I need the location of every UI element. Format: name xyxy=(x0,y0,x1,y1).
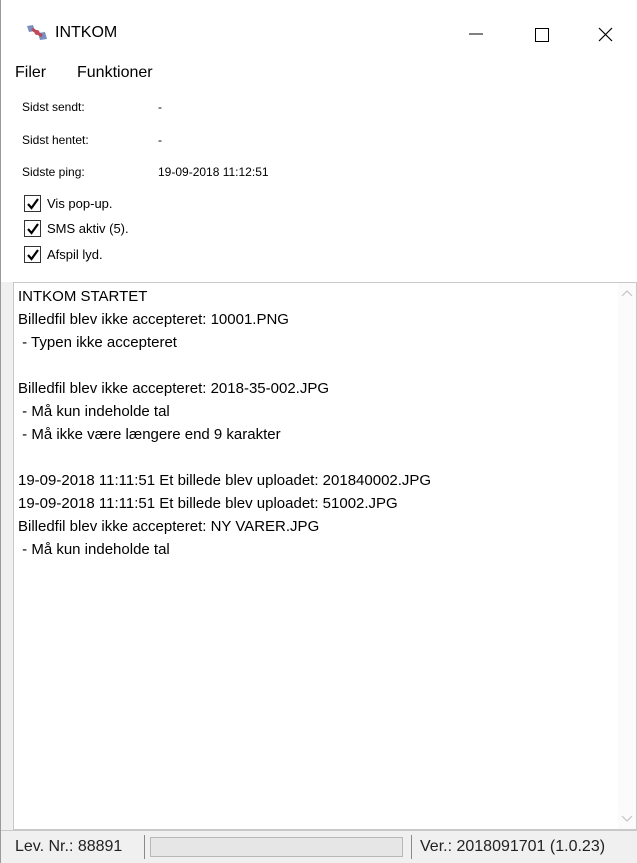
checkmark-icon xyxy=(27,249,39,261)
checkbox-box[interactable] xyxy=(24,246,41,263)
maximize-icon xyxy=(535,28,549,42)
log-line xyxy=(18,354,431,377)
checkbox-label: Vis pop-up. xyxy=(47,196,113,211)
log-line: Billedfil blev ikke accepteret: 10001.PN… xyxy=(18,311,289,328)
menu-funktioner[interactable]: Funktioner xyxy=(77,64,153,82)
log-line: Billedfil blev ikke accepteret: NY VARER… xyxy=(18,518,320,535)
maximize-button[interactable] xyxy=(519,12,565,52)
progress-bar xyxy=(150,837,403,857)
minimize-button[interactable] xyxy=(459,12,505,52)
checkbox-label: Afspil lyd. xyxy=(47,247,103,262)
supplier-number: Lev. Nr.: 88891 xyxy=(15,838,123,855)
version-label: Ver.: 2018091701 (1.0.23) xyxy=(420,838,606,855)
checkmark-icon xyxy=(27,198,39,210)
scroll-down-icon[interactable] xyxy=(621,815,633,823)
title-bar[interactable]: INTKOM xyxy=(1,0,637,60)
log-line: - Må kun indeholde tal xyxy=(18,541,170,558)
status-panel: Sidst sendt: - Sidst hentet: - Sidste pi… xyxy=(1,86,637,282)
scroll-up-icon[interactable] xyxy=(621,289,633,297)
last-ping-value: 19-09-2018 11:12:51 xyxy=(158,165,269,179)
log-line: 19-09-2018 11:11:51 Et billede blev uplo… xyxy=(18,472,432,489)
checkmark-icon xyxy=(27,223,39,235)
satellite-icon xyxy=(27,25,47,40)
log-lines: INTKOM STARTET Billedfil blev ikke accep… xyxy=(18,285,431,561)
log-line: Billedfil blev ikke accepteret: 2018-35-… xyxy=(18,380,330,397)
checkbox-label: SMS aktiv (5). xyxy=(47,221,129,236)
log-line: - Må ikke være længere end 9 karakter xyxy=(18,426,281,443)
checkbox-box[interactable] xyxy=(24,220,41,237)
last-fetched-value: - xyxy=(158,133,162,147)
minimize-icon xyxy=(469,33,483,35)
last-fetched-label: Sidst hentet: xyxy=(22,133,89,147)
status-bar: Lev. Nr.: 88891 Ver.: 2018091701 (1.0.23… xyxy=(1,830,637,863)
log-textarea[interactable]: INTKOM STARTET Billedfil blev ikke accep… xyxy=(13,282,637,830)
status-separator xyxy=(144,835,145,859)
close-icon xyxy=(598,27,613,42)
log-line: - Må kun indeholde tal xyxy=(18,403,170,420)
menu-filer[interactable]: Filer xyxy=(15,64,46,82)
log-line xyxy=(18,446,431,469)
log-line: 19-09-2018 11:11:51 Et billede blev uplo… xyxy=(18,495,398,512)
window-title: INTKOM xyxy=(55,24,118,41)
log-line: INTKOM STARTET xyxy=(18,288,148,305)
intkom-window: INTKOM Filer Funktioner Sidst sendt: - S… xyxy=(0,0,637,863)
vertical-scrollbar[interactable] xyxy=(618,283,636,829)
close-button[interactable] xyxy=(583,12,629,52)
last-ping-label: Sidste ping: xyxy=(22,165,85,179)
status-separator xyxy=(411,835,412,859)
last-sent-value: - xyxy=(158,100,162,114)
last-sent-label: Sidst sendt: xyxy=(22,100,85,114)
menu-bar: Filer Funktioner xyxy=(1,60,637,86)
checkbox-box[interactable] xyxy=(24,195,41,212)
log-line: - Typen ikke accepteret xyxy=(18,334,177,351)
